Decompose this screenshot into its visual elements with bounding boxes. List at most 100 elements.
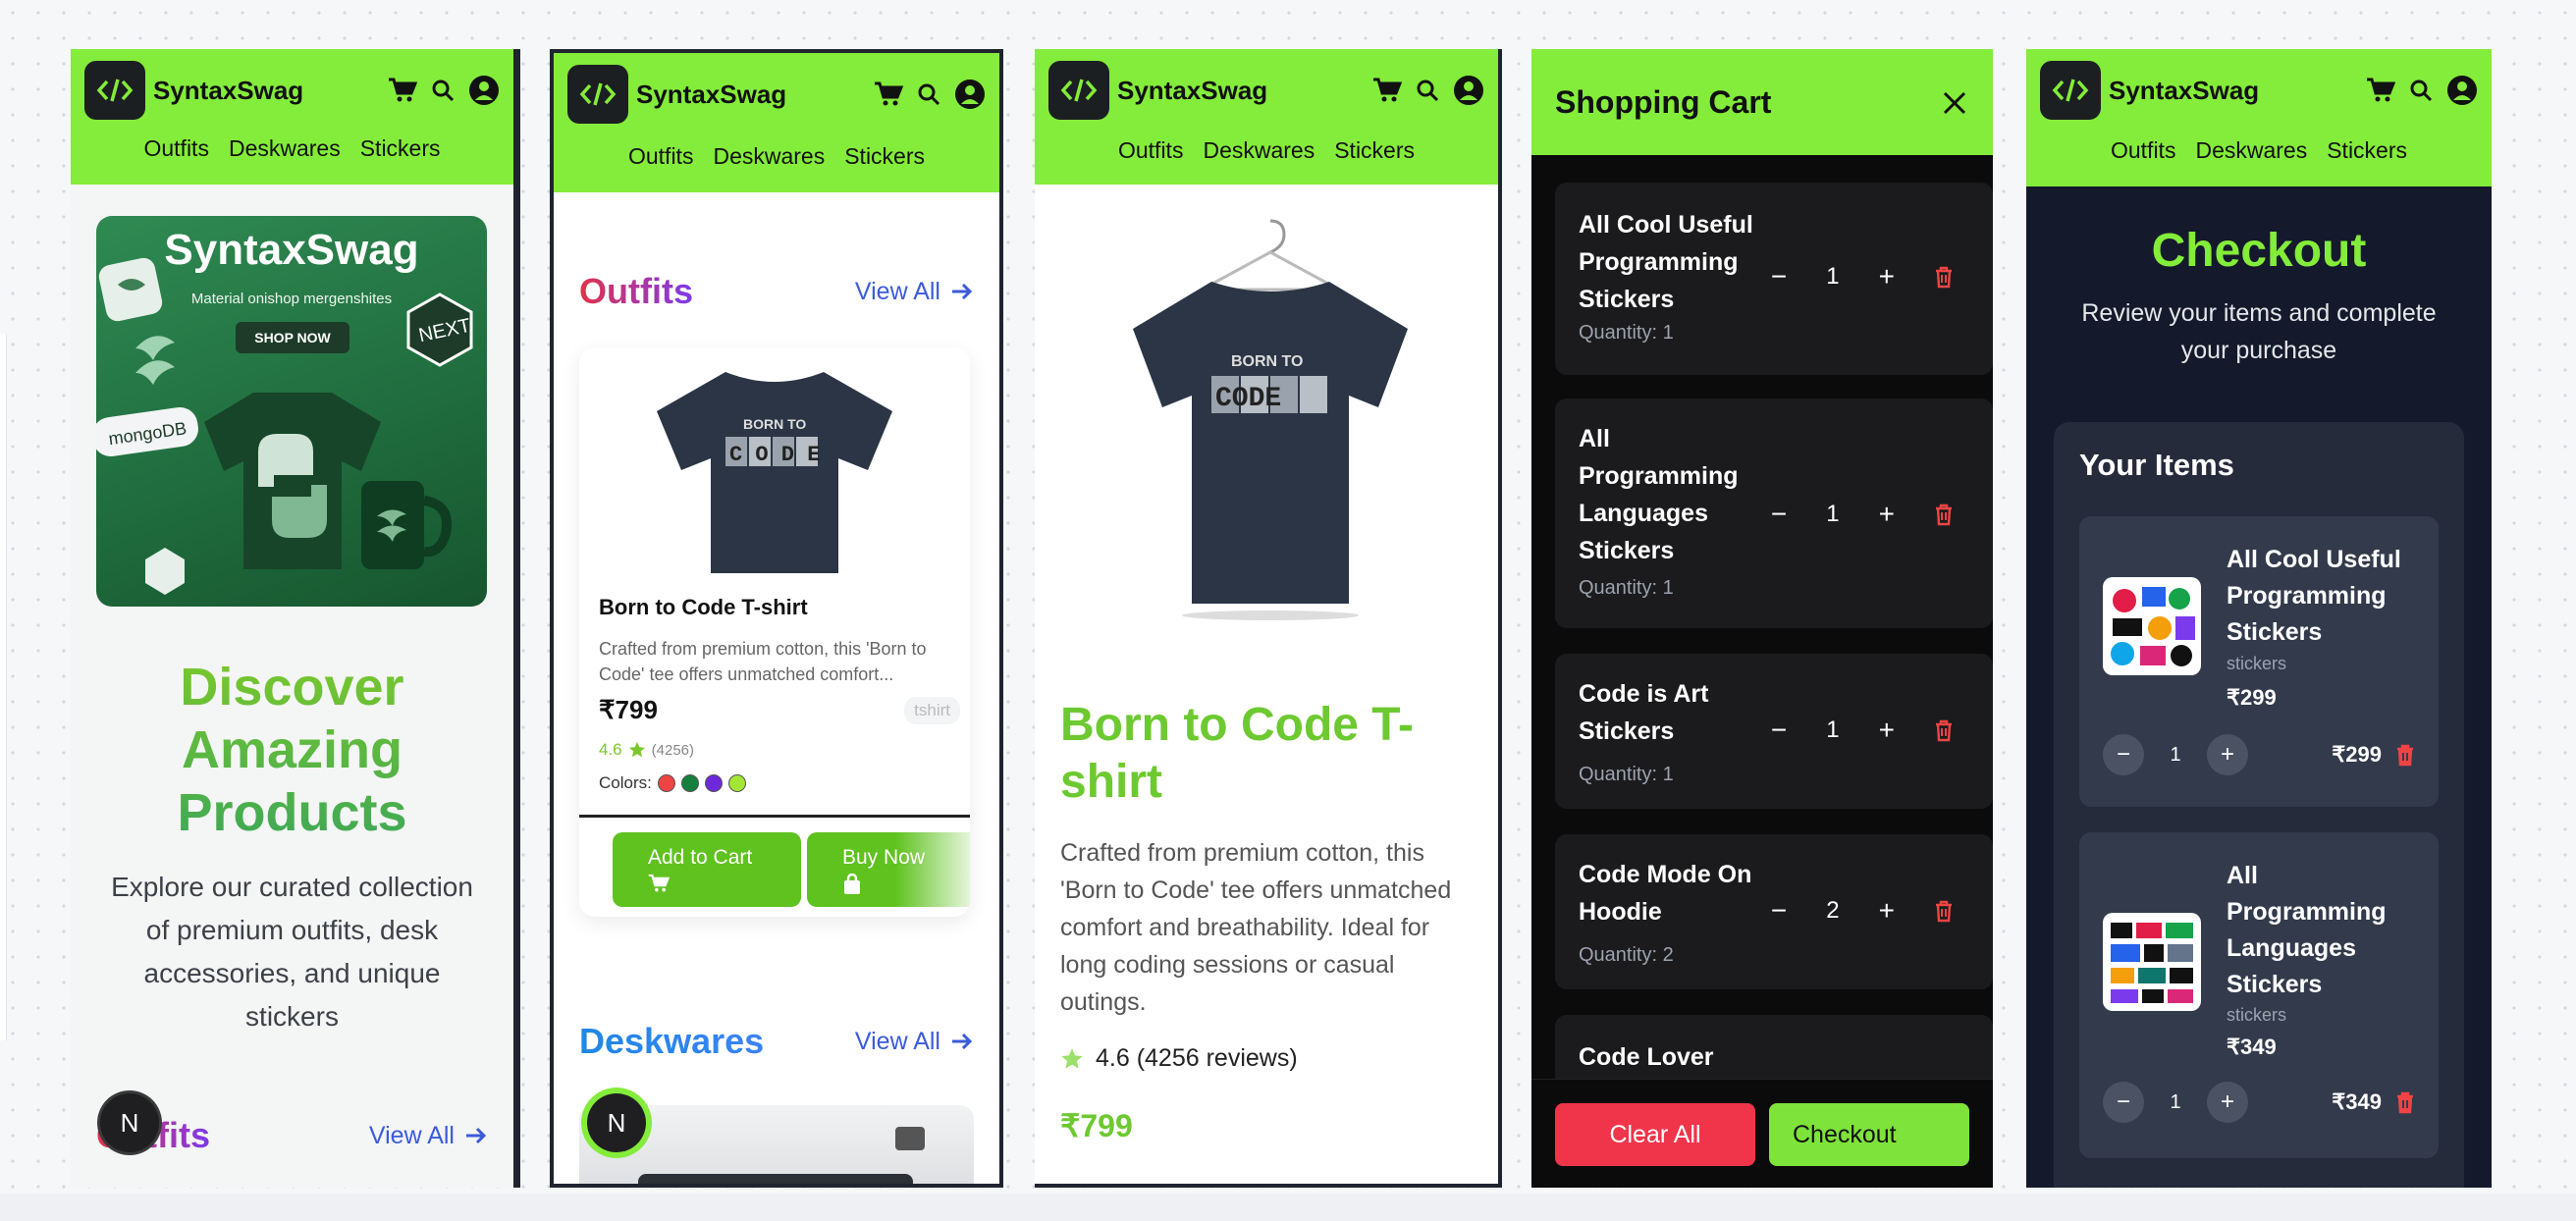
nav-stickers[interactable]: Stickers (360, 135, 441, 162)
product-rating: 4.6 (4256 reviews) (1060, 1044, 1298, 1073)
hero-illustration: mongoDB NEXT (96, 257, 473, 595)
cart-item-name: Code is Art Stickers (1579, 680, 1709, 745)
arrow-right-icon (952, 283, 973, 300)
trash-icon[interactable] (1934, 503, 1954, 526)
product-price: ₹799 (1060, 1108, 1133, 1143)
code-logo-icon[interactable] (84, 61, 145, 120)
cart-icon[interactable] (2366, 78, 2395, 103)
checkout-item: All Cool Useful Programming Stickers sti… (2079, 516, 2439, 807)
product-description: Crafted from premium cotton, this 'Born … (1060, 839, 1452, 1016)
code-logo-icon[interactable] (567, 65, 628, 124)
brand-name[interactable]: SyntaxSwag (636, 80, 786, 110)
increase-quantity-button[interactable]: + (1879, 895, 1895, 927)
arrow-right-icon (466, 1127, 487, 1144)
increase-quantity-button[interactable]: + (2207, 734, 2248, 775)
your-items-title: Your Items (2079, 448, 2234, 482)
search-icon[interactable] (2409, 79, 2433, 102)
color-swatch-green[interactable] (680, 774, 699, 792)
color-swatch-red[interactable] (657, 774, 675, 792)
color-swatch-lime[interactable] (727, 774, 746, 792)
brand-name[interactable]: SyntaxSwag (153, 76, 303, 106)
cart-icon[interactable] (1372, 78, 1402, 103)
color-swatch-purple[interactable] (704, 774, 723, 792)
hero-banner[interactable]: SyntaxSwag Material onishop mergenshites… (96, 216, 487, 607)
cart-icon[interactable] (874, 81, 903, 107)
your-items-panel: Your Items All Cool Useful Programming S… (2054, 422, 2464, 1188)
code-logo-icon[interactable] (2040, 61, 2101, 120)
product-rating: 4.6 (4256) (599, 740, 694, 760)
next-dev-badge[interactable]: N (587, 1093, 646, 1152)
product-name[interactable]: Born to Code T-shirt (599, 595, 808, 620)
search-icon[interactable] (1416, 79, 1439, 102)
buy-now-label: Buy Now (842, 846, 926, 869)
nav-deskwares[interactable]: Deskwares (713, 143, 825, 170)
cart-item: All Cool Useful Programming Stickers Qua… (1555, 183, 1993, 375)
decrease-quantity-button[interactable]: − (1771, 715, 1787, 746)
brand-name[interactable]: SyntaxSwag (1117, 76, 1267, 106)
next-dev-badge[interactable]: N (100, 1093, 159, 1152)
nav-outfits[interactable]: Outfits (1118, 137, 1183, 164)
user-icon[interactable] (2446, 75, 2478, 106)
trash-icon[interactable] (2395, 1090, 2415, 1114)
nav-stickers[interactable]: Stickers (1334, 137, 1415, 164)
section-title-deskwares: Deskwares (579, 1021, 765, 1061)
cart-icon[interactable] (388, 78, 417, 103)
nav-outfits[interactable]: Outfits (143, 135, 208, 162)
product-card[interactable]: BORN TO C O D E Born to Code T-shirt Cra… (579, 347, 970, 917)
add-to-cart-button[interactable]: Add to Cart (613, 832, 801, 907)
view-all-link[interactable]: View All (855, 278, 974, 306)
home-headline: Discover Amazing Products (71, 656, 513, 844)
rating-text: 4.6 (4256 reviews) (1096, 1044, 1298, 1072)
search-icon[interactable] (917, 82, 940, 106)
page-bottom-strip (0, 1194, 2576, 1221)
checkout-line-total: ₹299 (2332, 742, 2382, 767)
trash-icon[interactable] (2395, 743, 2415, 767)
svg-text:CODE: CODE (1215, 384, 1281, 414)
screen-product-detail: SyntaxSwag Outfits Deskwares Stickers BO… (1035, 49, 1502, 1188)
search-icon[interactable] (431, 79, 455, 102)
site-header: SyntaxSwag Outfits Deskwares Stickers (2026, 49, 2492, 186)
code-logo-icon[interactable] (1048, 61, 1109, 120)
increase-quantity-button[interactable]: + (1879, 261, 1895, 292)
cart-item: Code is Art Stickers Quantity: 1 − 1 + (1555, 654, 1993, 809)
trash-icon[interactable] (1934, 899, 1954, 923)
cart-item-name: All Programming Languages Stickers (1579, 425, 1739, 564)
cart-icon (648, 874, 671, 892)
decrease-quantity-button[interactable]: − (1771, 499, 1787, 530)
cart-item: Code Mode On Hoodie Quantity: 2 − 2 + (1555, 834, 1993, 989)
cart-item-qty: 1 (1826, 717, 1840, 743)
increase-quantity-button[interactable]: + (1879, 715, 1895, 746)
decrease-quantity-button[interactable]: − (1771, 261, 1787, 292)
checkout-button[interactable]: Checkout (1769, 1103, 1969, 1166)
user-icon[interactable] (954, 79, 986, 110)
product-image[interactable]: BORN TO CODE (1084, 219, 1457, 620)
nav-outfits[interactable]: Outfits (628, 143, 693, 170)
decrease-quantity-button[interactable]: − (2103, 734, 2144, 775)
nav-deskwares[interactable]: Deskwares (1203, 137, 1315, 164)
decrease-quantity-button[interactable]: − (2103, 1082, 2144, 1123)
user-icon[interactable] (1453, 75, 1484, 106)
nav-deskwares[interactable]: Deskwares (229, 135, 341, 162)
cart-item-qty: 2 (1826, 897, 1840, 924)
cart-item-name: Code Lover (1579, 1043, 1714, 1071)
trash-icon[interactable] (1934, 718, 1954, 742)
nav-deskwares[interactable]: Deskwares (2195, 137, 2307, 164)
brand-name[interactable]: SyntaxSwag (2109, 76, 2259, 106)
checkout-item-qty: 1 (2170, 1090, 2181, 1113)
nav-stickers[interactable]: Stickers (2327, 137, 2407, 164)
view-all-link[interactable]: View All (369, 1122, 488, 1150)
view-all-link[interactable]: View All (855, 1028, 974, 1056)
clear-all-button[interactable]: Clear All (1555, 1103, 1755, 1166)
increase-quantity-button[interactable]: + (1879, 499, 1895, 530)
trash-icon[interactable] (1934, 265, 1954, 289)
nav-outfits[interactable]: Outfits (2111, 137, 2175, 164)
cart-header: Shopping Cart (1531, 49, 1993, 155)
user-icon[interactable] (468, 75, 500, 106)
product-image[interactable]: BORN TO C O D E (579, 347, 970, 583)
svg-text:BORN TO: BORN TO (1231, 353, 1303, 370)
increase-quantity-button[interactable]: + (2207, 1082, 2248, 1123)
buy-now-button[interactable]: Buy Now (807, 832, 970, 907)
nav-stickers[interactable]: Stickers (844, 143, 925, 170)
close-icon[interactable] (1942, 90, 1967, 116)
decrease-quantity-button[interactable]: − (1771, 895, 1787, 927)
